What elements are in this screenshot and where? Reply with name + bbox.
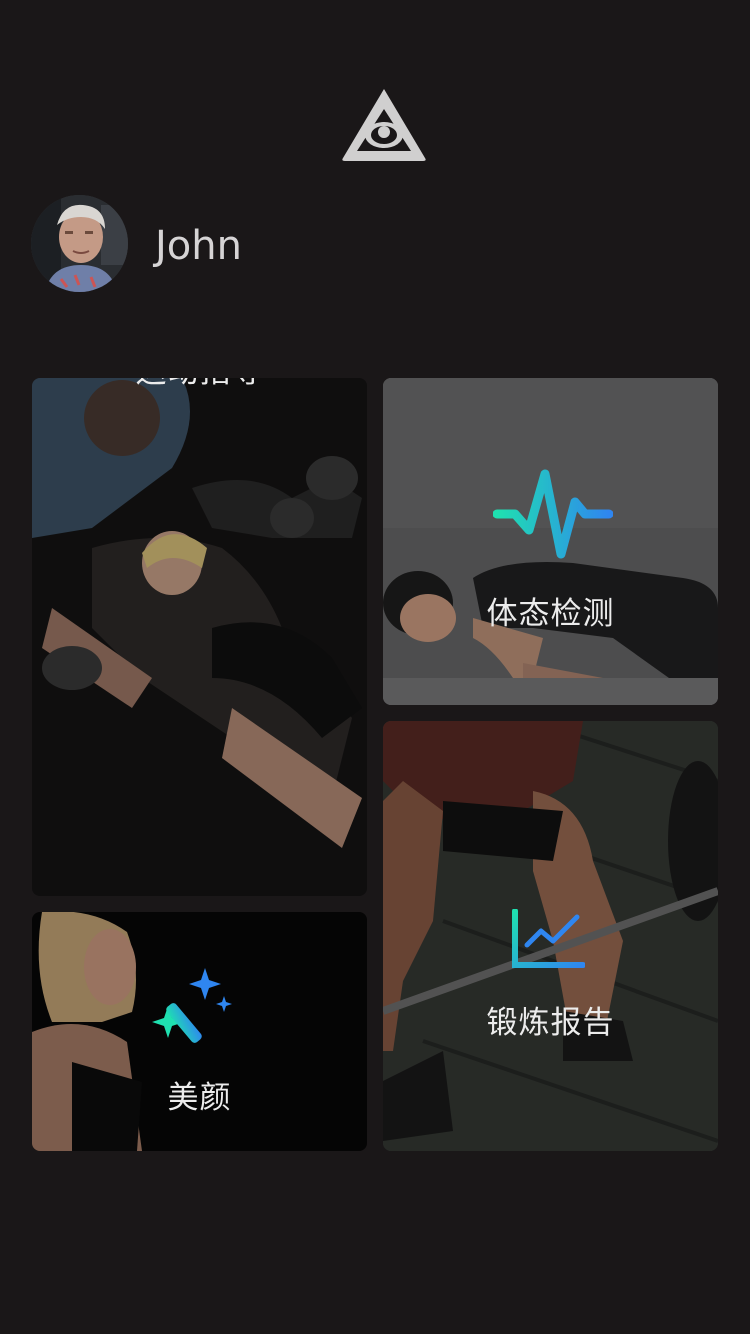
home-screen: John 体态检测 美颜 锻炼报告 — [0, 0, 750, 1334]
exercise-report-label: 锻炼报告 — [486, 1005, 615, 1041]
magic-wand-sparkle-icon — [150, 964, 234, 1048]
sport-guide-background-image — [32, 378, 367, 896]
beauty-card[interactable]: 美颜 — [32, 912, 367, 1151]
beauty-label: 美颜 — [167, 1080, 232, 1116]
eye-triangle-logo-icon — [339, 85, 429, 165]
posture-check-label: 体态检测 — [486, 596, 615, 632]
heartbeat-pulse-icon — [492, 468, 614, 560]
sport-guide-label: 运动指导 — [32, 378, 367, 391]
sport-guide-card[interactable]: 运动指导 — [32, 378, 367, 896]
username: John — [155, 223, 242, 269]
posture-check-card[interactable]: 体态检测 — [383, 378, 718, 705]
exercise-report-card[interactable]: 锻炼报告 — [383, 721, 718, 1151]
line-chart-icon — [511, 908, 586, 971]
user-avatar[interactable] — [31, 195, 128, 292]
